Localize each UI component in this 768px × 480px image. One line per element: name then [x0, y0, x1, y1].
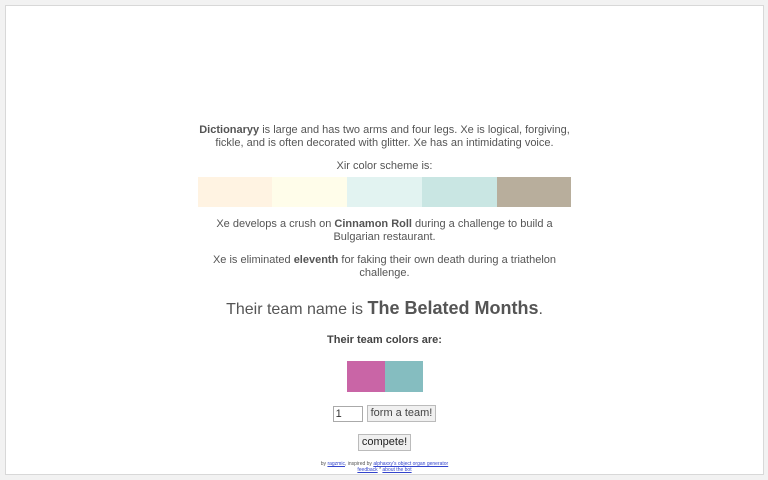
color-swatch-2 [272, 177, 348, 207]
team-name-line: Their team name is The Belated Months. [6, 297, 763, 321]
team-color-swatch-1 [346, 361, 385, 392]
elimination-suffix: for faking their own death during a tria… [341, 254, 557, 279]
color-swatch-1 [197, 177, 273, 207]
color-swatch-4 [421, 177, 497, 207]
team-name-suffix: . [538, 301, 543, 318]
footer-links: feedback * about the bot [6, 467, 763, 473]
footer-about-link[interactable]: about the bot [382, 467, 411, 473]
character-name: Dictionaryy [199, 124, 260, 136]
color-scheme-palette [197, 177, 572, 207]
elimination-text: Xe is eliminated eleventh for faking the… [196, 254, 574, 280]
crush-prefix: Xe develops a crush on [216, 218, 332, 230]
team-colors-label: Their team colors are: [327, 334, 442, 346]
footer: by ragzmic, inspired by alphaxxy's objec… [6, 461, 763, 473]
crush-name: Cinnamon Roll [334, 218, 412, 230]
page-frame: Dictionaryy is large and has two arms an… [5, 5, 764, 475]
footer-separator: * [379, 467, 382, 473]
crush-text: Xe develops a crush on Cinnamon Roll dur… [196, 218, 574, 244]
elimination-prefix: Xe is eliminated [212, 254, 291, 266]
team-form-row: form a team! [6, 405, 763, 422]
team-colors-palette [346, 361, 423, 392]
compete-row: compete! [6, 432, 763, 451]
main-content: Dictionaryy is large and has two arms an… [6, 124, 763, 473]
team-count-input[interactable] [332, 405, 363, 422]
color-scheme-label: Xir color scheme is: [336, 160, 433, 172]
footer-feedback-link[interactable]: feedback [357, 467, 377, 473]
footer-by: by [320, 461, 327, 467]
team-color-swatch-2 [384, 361, 423, 392]
color-swatch-5 [496, 177, 572, 207]
form-team-button[interactable]: form a team! [366, 405, 437, 422]
elimination-place: eleventh [293, 254, 339, 266]
team-name-prefix: Their team name is [226, 301, 363, 318]
compete-button[interactable]: compete! [357, 434, 412, 451]
footer-author-link[interactable]: ragzmic [327, 461, 345, 467]
character-description-text: is large and has two arms and four legs.… [215, 124, 570, 149]
team-name: The Belated Months [367, 298, 539, 318]
character-description: Dictionaryy is large and has two arms an… [196, 124, 574, 150]
color-swatch-3 [347, 177, 422, 207]
